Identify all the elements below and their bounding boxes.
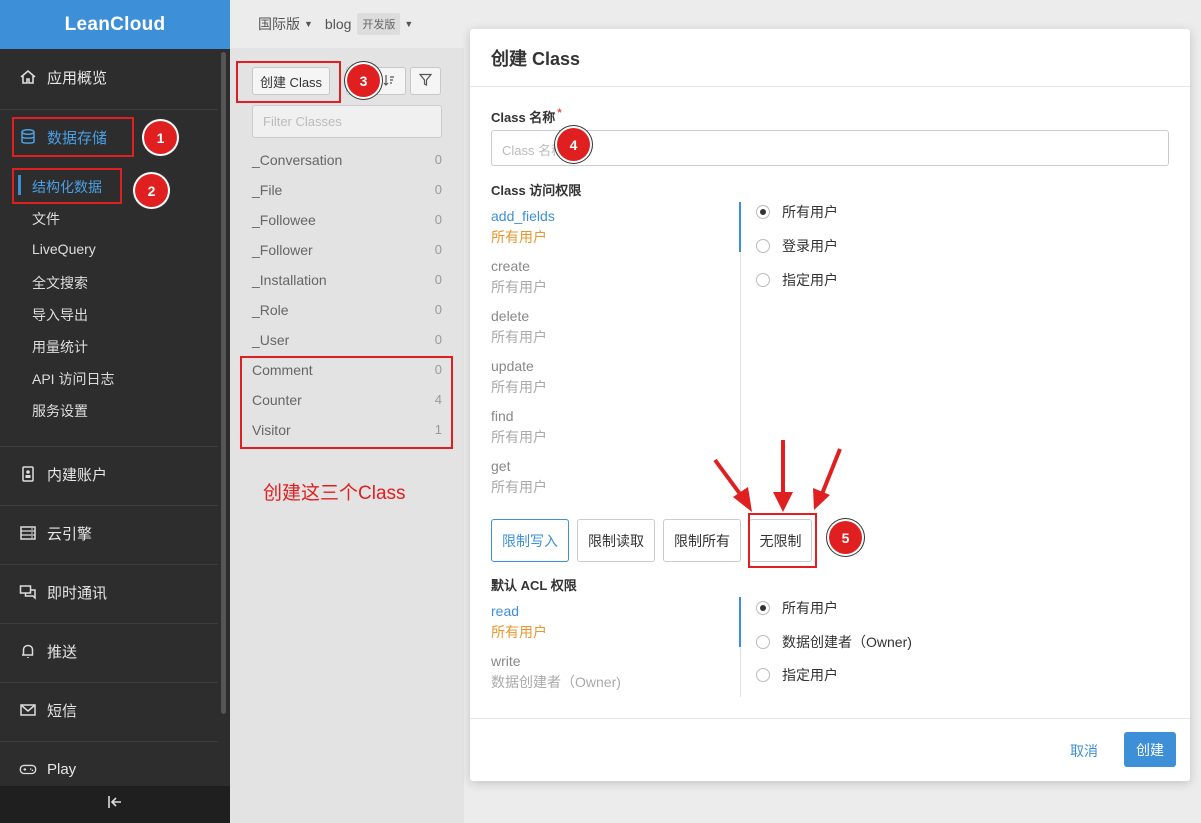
class-row[interactable]: _Followee 0 [252, 212, 442, 228]
cancel-button[interactable]: 取消 [1070, 741, 1098, 761]
class-row[interactable]: _Conversation 0 [252, 152, 442, 168]
sidebar-sub-structured-data[interactable]: 结构化数据 [32, 177, 102, 197]
default-acl-label: 默认 ACL 权限 [491, 578, 577, 593]
mail-icon [19, 701, 37, 719]
sidebar-sub-api-log[interactable]: API 访问日志 [32, 369, 114, 389]
sidebar-item-sms[interactable]: 短信 [0, 695, 218, 725]
sidebar: LeanCloud 应用概览 数据存储 结构化数据 文件 LiveQuery 全… [0, 0, 230, 823]
filter-classes-input[interactable]: Filter Classes [252, 105, 442, 138]
sidebar-sub-livequery[interactable]: LiveQuery [32, 241, 96, 257]
preset-restrict-read-button[interactable]: 限制读取 [577, 519, 655, 562]
modal-title: 创建 Class [491, 49, 581, 69]
class-name-input[interactable]: Class 名称 [491, 130, 1169, 166]
sidebar-sub-settings[interactable]: 服务设置 [32, 401, 88, 421]
create-class-button[interactable]: 创建 Class [252, 67, 330, 95]
radio-all-users[interactable]: 所有用户 [756, 202, 838, 222]
radio-specific-users[interactable]: 指定用户 [756, 270, 838, 290]
sidebar-item-overview[interactable]: 应用概览 [0, 62, 218, 92]
perm-add-fields[interactable]: add_fields 所有用户 [491, 208, 555, 247]
server-icon [19, 524, 37, 542]
radio-acl-specific-users[interactable]: 指定用户 [756, 665, 838, 685]
sidebar-scrollbar[interactable] [221, 52, 226, 714]
preset-restrict-write-button[interactable]: 限制写入 [491, 519, 569, 562]
annotation-note: 创建这三个Class [263, 483, 406, 504]
create-button[interactable]: 创建 [1124, 732, 1176, 767]
sidebar-item-label: 数据存储 [47, 129, 108, 147]
sidebar-item-push[interactable]: 推送 [0, 636, 218, 666]
step-badge-4: 4 [557, 128, 590, 161]
perm-get[interactable]: get 所有用户 [491, 458, 547, 497]
perm-find[interactable]: find 所有用户 [491, 408, 547, 447]
filter-icon [418, 73, 433, 89]
sidebar-item-label: 云引擎 [47, 525, 93, 543]
class-list-pane: 创建 Class Filter Classes _Conversation 0 _… [230, 48, 464, 823]
collapse-left-icon [107, 795, 123, 814]
step-badge-1: 1 [144, 121, 177, 154]
preset-unrestricted-button[interactable]: 无限制 [749, 519, 812, 562]
app-logo[interactable]: LeanCloud [0, 0, 230, 49]
perm-create[interactable]: create 所有用户 [491, 258, 547, 297]
class-row[interactable]: Comment 0 [252, 362, 442, 378]
class-row[interactable]: _Installation 0 [252, 272, 442, 288]
class-name-label: Class 名称 * [491, 107, 562, 125]
sidebar-item-engine[interactable]: 云引擎 [0, 518, 218, 548]
radio-acl-all-users[interactable]: 所有用户 [756, 598, 838, 618]
collapse-sidebar-button[interactable] [0, 786, 230, 823]
acl-write[interactable]: write 数据创建者（Owner) [491, 653, 621, 692]
sidebar-item-label: Play [47, 760, 77, 778]
region-selector[interactable]: 国际版 [258, 14, 300, 34]
acl-read[interactable]: read 所有用户 [491, 603, 547, 642]
sidebar-item-play[interactable]: Play [0, 754, 218, 784]
chat-icon [19, 583, 37, 601]
sidebar-sub-search[interactable]: 全文搜索 [32, 273, 88, 293]
sidebar-item-label: 即时通讯 [47, 584, 108, 602]
sidebar-item-accounts[interactable]: 内建账户 [0, 459, 218, 489]
perm-delete[interactable]: delete 所有用户 [491, 308, 547, 347]
class-row[interactable]: Counter 4 [252, 392, 442, 408]
perm-update[interactable]: update 所有用户 [491, 358, 547, 397]
radio-acl-owner[interactable]: 数据创建者（Owner) [756, 632, 912, 652]
preset-restrict-all-button[interactable]: 限制所有 [663, 519, 741, 562]
class-acl-label: Class 访问权限 [491, 183, 582, 198]
class-row[interactable]: _Role 0 [252, 302, 442, 318]
database-icon [19, 128, 37, 146]
sidebar-item-label: 内建账户 [47, 466, 108, 484]
sidebar-sub-files[interactable]: 文件 [32, 209, 60, 229]
filter-button[interactable] [410, 67, 441, 95]
chevron-down-icon: ▼ [404, 19, 414, 29]
step-badge-5: 5 [829, 521, 862, 554]
chevron-down-icon: ▼ [304, 19, 313, 29]
sidebar-sub-usage[interactable]: 用量统计 [32, 337, 88, 357]
step-badge-3: 3 [347, 64, 380, 97]
sort-icon [383, 74, 395, 89]
sidebar-item-label: 推送 [47, 643, 78, 661]
id-card-icon [19, 465, 37, 483]
step-badge-2: 2 [135, 174, 168, 207]
home-icon [19, 68, 37, 86]
app-selector[interactable]: blog [325, 16, 351, 32]
class-row[interactable]: _File 0 [252, 182, 442, 198]
sidebar-item-storage[interactable]: 数据存储 [0, 122, 218, 152]
sidebar-item-label: 应用概览 [47, 69, 108, 87]
class-row[interactable]: _Follower 0 [252, 242, 442, 258]
class-row[interactable]: _User 0 [252, 332, 442, 348]
bell-icon [19, 642, 37, 660]
class-row[interactable]: Visitor 1 [252, 422, 442, 438]
sidebar-item-im[interactable]: 即时通讯 [0, 577, 218, 607]
sidebar-item-label: 短信 [47, 702, 78, 720]
env-badge: 开发版 [357, 13, 401, 35]
sidebar-sub-import-export[interactable]: 导入导出 [32, 305, 88, 325]
radio-logged-in-users[interactable]: 登录用户 [756, 236, 838, 256]
gamepad-icon [19, 760, 37, 778]
